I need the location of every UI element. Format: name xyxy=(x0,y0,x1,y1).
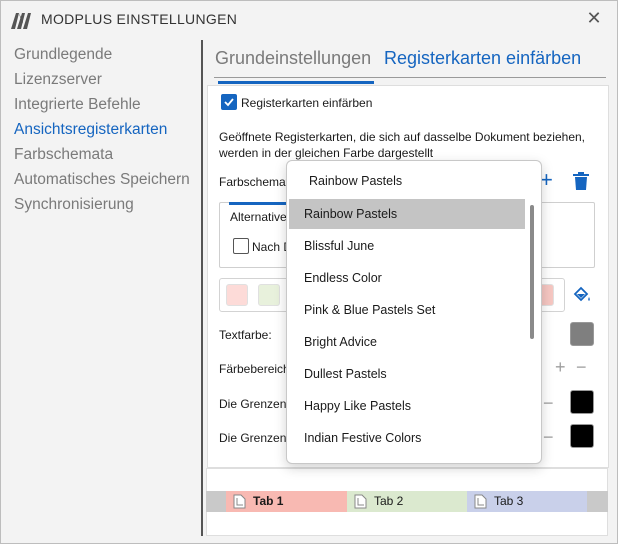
window-title: MODPLUS EINSTELLUNGEN xyxy=(41,11,238,27)
enable-coloring-checkbox[interactable] xyxy=(221,94,237,110)
text-color-label: Textfarbe: xyxy=(219,328,272,342)
sidebar-item-synchronisierung[interactable]: Synchronisierung xyxy=(14,192,204,217)
dropdown-scrollbar[interactable] xyxy=(530,205,534,339)
document-icon xyxy=(354,494,367,509)
border-label-2: Die Grenzen xyxy=(219,431,287,445)
preview-tab-3: Tab 3 xyxy=(467,491,587,512)
sidebar-item-lizenzserver[interactable]: Lizenzserver xyxy=(14,67,204,92)
plus-icon[interactable]: + xyxy=(555,358,566,376)
modplus-logo-icon xyxy=(11,13,31,29)
minus-icon[interactable]: − xyxy=(576,358,587,376)
description-line-2: werden in der gleichen Farbe dargestellt xyxy=(219,146,434,160)
sidebar-item-farbschemata[interactable]: Farbschemata xyxy=(14,142,204,167)
sidebar-nav: Grundlegende Lizenzserver Integrierte Be… xyxy=(14,42,204,217)
text-color-picker[interactable] xyxy=(570,322,594,346)
minus-icon[interactable]: − xyxy=(543,394,554,412)
document-icon xyxy=(233,494,246,509)
title-bar: MODPLUS EINSTELLUNGEN ✕ xyxy=(1,1,617,37)
sidebar-divider xyxy=(201,40,203,536)
document-icon xyxy=(474,494,487,509)
dropdown-option[interactable]: Dullest Pastels xyxy=(289,359,525,389)
minus-icon[interactable]: − xyxy=(543,428,554,446)
border-label-1: Die Grenzen xyxy=(219,397,287,411)
dropdown-option[interactable]: Happy Like Pastels xyxy=(289,391,525,421)
tab-strip: Grundeinstellungen Registerkarten einfär… xyxy=(214,46,606,78)
preview-tab-1: Tab 1 xyxy=(226,491,347,512)
dropdown-option[interactable]: Bright Advice xyxy=(289,327,525,357)
enable-coloring-label: Registerkarten einfärben xyxy=(241,96,373,110)
dropdown-option[interactable]: Pink & Blue Pastels Set xyxy=(289,295,525,325)
color-swatch[interactable] xyxy=(258,284,280,306)
color-scheme-dropdown[interactable]: Rainbow Pastels Rainbow Pastels Blissful… xyxy=(286,160,542,464)
dropdown-option[interactable]: Rainbow Pastels xyxy=(289,199,525,229)
color-swatch[interactable] xyxy=(226,284,248,306)
active-tab-indicator xyxy=(218,81,374,84)
coloring-range-label: Färbebereich xyxy=(219,362,290,376)
dropdown-option[interactable]: Endless Color xyxy=(289,263,525,293)
color-scheme-label: Farbschemat xyxy=(219,175,290,189)
groupbox-tab-indicator xyxy=(229,202,287,205)
sidebar-item-ansichtsregisterkarten[interactable]: Ansichtsregisterkarten xyxy=(14,117,204,142)
tab-registerkarten-einfaerben[interactable]: Registerkarten einfärben xyxy=(384,48,581,69)
preview-tab-label: Tab 1 xyxy=(253,494,284,508)
groupbox-tab-alternative[interactable]: Alternative xyxy=(230,210,287,224)
sidebar-item-grundlegende[interactable]: Grundlegende xyxy=(14,42,204,67)
paint-bucket-icon[interactable] xyxy=(572,285,592,305)
sidebar-item-automatisches-speichern[interactable]: Automatisches Speichern xyxy=(14,167,204,192)
dropdown-option[interactable]: Indian Festive Colors xyxy=(289,423,525,453)
preview-tab-2: Tab 2 xyxy=(347,491,467,512)
description-line-1: Geöffnete Registerkarten, die sich auf d… xyxy=(219,130,585,144)
preview-tab-label: Tab 3 xyxy=(494,494,524,508)
border-color-picker-2[interactable] xyxy=(570,424,594,448)
close-icon[interactable]: ✕ xyxy=(585,9,603,27)
checkmark-icon xyxy=(224,98,234,107)
trash-icon[interactable] xyxy=(573,172,589,190)
group-option-checkbox[interactable] xyxy=(233,238,249,254)
dropdown-selected-value[interactable]: Rainbow Pastels xyxy=(309,174,402,188)
sidebar-item-integrierte-befehle[interactable]: Integrierte Befehle xyxy=(14,92,204,117)
border-color-picker-1[interactable] xyxy=(570,390,594,414)
preview-tab-label: Tab 2 xyxy=(374,494,404,508)
tab-grundeinstellungen[interactable]: Grundeinstellungen xyxy=(215,48,371,69)
dropdown-option[interactable]: Blissful June xyxy=(289,231,525,261)
